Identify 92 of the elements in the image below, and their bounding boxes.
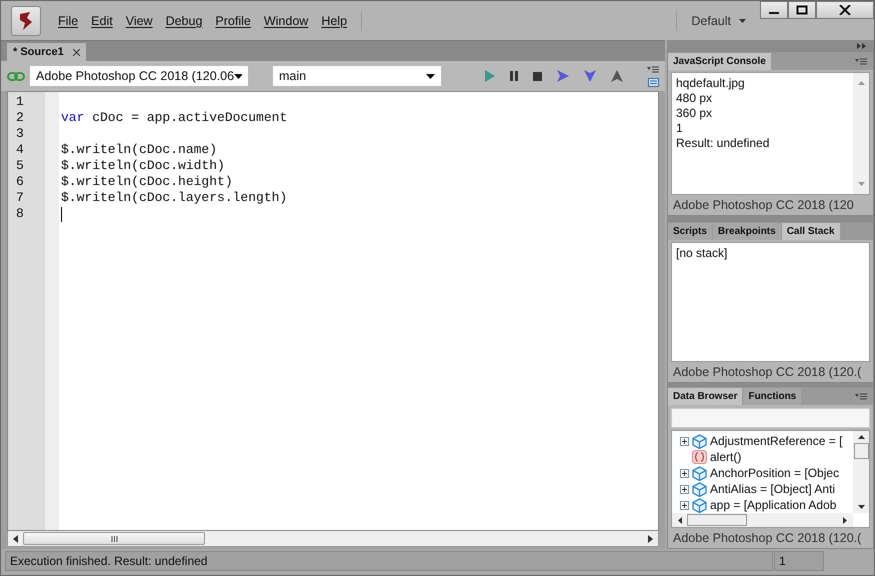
document-tab[interactable]: * Source1 [7, 43, 86, 61]
cube-icon [692, 434, 707, 448]
tree-item[interactable]: AnchorPosition = [Objec [710, 466, 840, 480]
panel-tab[interactable]: Functions [743, 388, 802, 405]
caret-icon [234, 74, 242, 78]
menu-item[interactable]: Profile [215, 14, 251, 28]
list-icon[interactable] [648, 78, 658, 86]
tree-item[interactable]: AntiAlias = [Object] Anti [710, 482, 836, 496]
line-number: 1 [15, 94, 25, 110]
status-message: Execution finished. Result: undefined [5, 551, 773, 571]
maximize-button[interactable] [788, 1, 816, 19]
code-line: var cDoc = app.activeDocument [61, 110, 288, 126]
cube-icon [692, 466, 707, 480]
workspace-label[interactable]: Default [691, 14, 731, 28]
step-out-icon[interactable] [611, 70, 623, 82]
target-dropdown[interactable]: Adobe Photoshop CC 2018 (120.06 [30, 66, 248, 86]
panel-menu-icon[interactable] [855, 393, 867, 400]
minimize-button[interactable] [760, 1, 788, 19]
code-line: $.writeln(cDoc.width) [61, 158, 225, 174]
horizontal-scrollbar[interactable] [7, 531, 659, 547]
step-over-icon[interactable] [557, 70, 569, 82]
code-editor[interactable]: 1 2 3 4 5 6 7 8 var cDoc = app.activeDocument $.writeln(cDoc.name) $.writeln(cDoc.width) $.writeln(cDoc.height) $.writeln(cDoc.layers.length) [7, 91, 659, 531]
console-output-line: hqdefault.jpg [676, 76, 746, 91]
scroll-right-icon[interactable] [648, 534, 653, 542]
panel-tab[interactable]: JavaScript Console [668, 53, 771, 70]
scrollbar-thumb[interactable] [687, 514, 747, 526]
code-line: $.writeln(cDoc.height) [61, 174, 233, 190]
line-number: 3 [15, 126, 25, 142]
cube-icon [692, 482, 707, 496]
line-number: 8 [15, 206, 25, 222]
panel-footer: Adobe Photoshop CC 2018 (120 [668, 195, 873, 215]
console-output-line: 360 px [676, 106, 714, 121]
horizontal-scrollbar[interactable] [672, 513, 853, 527]
minimize-icon [769, 12, 779, 14]
menu-item[interactable]: File [58, 14, 78, 28]
panel-tab[interactable]: Breakpoints [712, 223, 781, 240]
expand-icon[interactable] [680, 500, 689, 510]
line-number: 5 [15, 158, 25, 174]
panel-menu-icon[interactable] [855, 58, 867, 65]
expand-icon[interactable] [680, 468, 689, 478]
maximize-icon [796, 5, 808, 15]
filter-field[interactable] [671, 408, 870, 428]
menu-item[interactable]: Help [321, 14, 348, 28]
scrollbar-thumb[interactable] [23, 532, 205, 545]
line-indicator: 1 [774, 551, 824, 571]
pause-icon[interactable] [510, 71, 518, 81]
caret-icon [426, 74, 435, 78]
scroll-left-icon[interactable] [678, 516, 682, 524]
cube-icon [692, 498, 707, 512]
code-line: $.writeln(cDoc.name) [61, 142, 218, 158]
step-into-icon[interactable] [584, 70, 596, 82]
scroll-right-icon[interactable] [843, 516, 847, 524]
scroll-down-icon[interactable] [858, 505, 864, 509]
caret-icon[interactable] [739, 18, 746, 22]
tree-item[interactable]: app = [Application Adob [710, 498, 836, 512]
vertical-scrollbar[interactable] [853, 431, 869, 513]
panel-menu-icon[interactable] [647, 66, 659, 72]
menu-item[interactable]: View [126, 14, 153, 28]
panel-tab[interactable]: Data Browser [668, 388, 742, 405]
code-line: $.writeln(cDoc.layers.length) [61, 190, 288, 206]
console-output-line: Result: undefined [676, 136, 770, 151]
close-icon [839, 5, 851, 15]
expand-icon[interactable] [680, 436, 689, 446]
panel-footer: Adobe Photoshop CC 2018 (120.( [668, 362, 873, 382]
close-button[interactable] [816, 1, 874, 19]
panel-tab[interactable]: Call Stack [782, 223, 840, 240]
panel-footer: Adobe Photoshop CC 2018 (120.( [668, 528, 873, 548]
tree-item[interactable]: alert() [710, 450, 742, 464]
tree-item[interactable]: AdjustmentReference = [ [710, 434, 842, 448]
stack-text: [no stack] [676, 246, 728, 260]
panel-tab[interactable]: Scripts [668, 223, 712, 240]
grip-icon [110, 536, 118, 542]
stop-icon[interactable] [533, 72, 542, 80]
menu-item[interactable]: Window [264, 14, 308, 28]
scrollbar-thumb[interactable] [854, 443, 868, 459]
console-output-line: 1 [676, 121, 684, 136]
line-number: 6 [15, 174, 25, 190]
line-number: 7 [15, 190, 25, 206]
line-number: 4 [15, 142, 25, 158]
close-icon[interactable] [72, 48, 80, 56]
text-cursor [61, 206, 62, 222]
expand-icon[interactable] [680, 484, 689, 494]
line-number: 2 [15, 110, 25, 126]
console-output-line: 480 px [676, 91, 714, 106]
menu-item[interactable]: Debug [166, 14, 202, 28]
engine-dropdown[interactable]: main [273, 66, 441, 86]
collapse-icon[interactable] [857, 42, 866, 48]
scroll-left-icon[interactable] [13, 534, 18, 542]
scroll-up-icon[interactable] [858, 435, 864, 439]
function-icon [692, 450, 707, 464]
menu-item[interactable]: Edit [91, 14, 113, 28]
app-logo-icon[interactable] [11, 6, 41, 36]
